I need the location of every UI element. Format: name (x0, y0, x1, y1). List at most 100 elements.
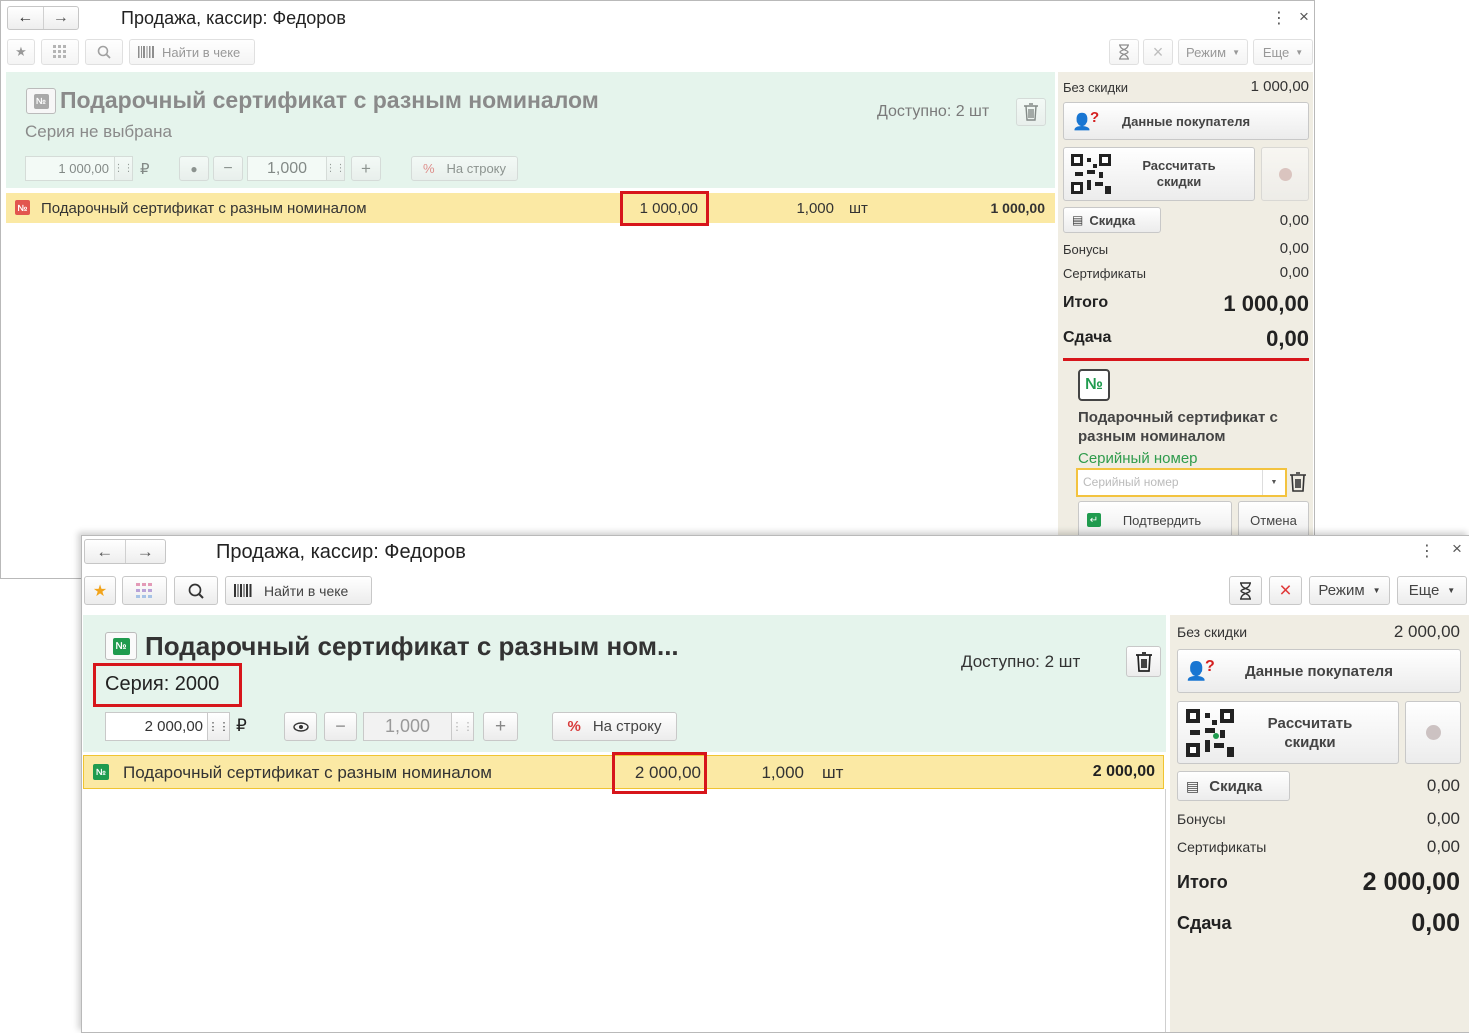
per-line-discount-button[interactable]: % На строку (411, 156, 518, 181)
forward-arrow-icon[interactable]: → (42, 7, 79, 29)
find-in-receipt-button[interactable]: Найти в чеке (129, 39, 255, 65)
certificates-label: Сертификаты (1063, 266, 1146, 281)
row-unit: шт (822, 763, 844, 782)
forward-arrow-icon[interactable]: → (124, 540, 166, 563)
chevron-down-icon[interactable]: ▼ (1262, 470, 1285, 495)
price-calculator-icon[interactable]: ⋮⋮ (114, 156, 134, 181)
hourglass-button[interactable] (1109, 39, 1139, 65)
find-in-receipt-label: Найти в чеке (264, 582, 349, 599)
more-label: Еще (1408, 582, 1440, 599)
calculate-discounts-button[interactable]: Рассчитать скидки (1063, 147, 1255, 201)
serial-number-label: Серийный номер (1078, 450, 1198, 467)
menu-dots-icon[interactable]: ⋮ (1271, 8, 1287, 28)
close-icon[interactable]: × (1452, 539, 1462, 559)
trash-icon (1135, 651, 1152, 672)
cancel-receipt-icon[interactable]: × (1143, 39, 1173, 65)
total-label: Итого (1063, 294, 1109, 311)
qr-code-icon (1186, 709, 1234, 757)
change-label: Сдача (1063, 329, 1112, 346)
discount-label: Скидка (1089, 212, 1136, 228)
mode-dropdown[interactable]: Режим ▼ (1178, 39, 1248, 65)
minus-button[interactable]: − (324, 712, 357, 741)
plus-button[interactable]: + (483, 712, 518, 741)
per-line-label: На строку (446, 161, 507, 176)
minus-button[interactable]: − (213, 156, 243, 181)
price-highlight-box (612, 752, 707, 794)
per-line-label: На строку (592, 718, 662, 735)
more-dropdown[interactable]: Еще ▼ (1397, 576, 1467, 605)
price-highlight-box (620, 191, 709, 226)
discount-indicator-icon[interactable] (1261, 147, 1309, 201)
delete-product-button[interactable] (1016, 98, 1046, 126)
back-arrow-icon[interactable]: ← (85, 540, 125, 563)
trash-icon (1290, 472, 1306, 492)
favorite-star-icon[interactable]: ★ (84, 576, 116, 605)
series-highlight-box (93, 663, 242, 707)
favorite-star-icon[interactable]: ★ (7, 39, 35, 65)
quantity-input[interactable]: 1,000 (247, 156, 327, 181)
grid-icon[interactable] (122, 576, 167, 605)
grid-dots-icon (136, 583, 152, 598)
eye-shape (292, 721, 309, 732)
find-in-receipt-button[interactable]: Найти в чеке (225, 576, 372, 605)
discount-button[interactable]: ▤ Скидка (1177, 771, 1290, 801)
red-divider (1063, 358, 1309, 361)
discount-doc-icon: ▤ (1186, 777, 1200, 794)
certificate-card-icon: № (26, 88, 56, 114)
price-input[interactable]: 2 000,00 (105, 712, 208, 741)
row-sum: 2 000,00 (1092, 763, 1155, 780)
hourglass-icon (1240, 581, 1251, 600)
plus-button[interactable]: + (351, 156, 381, 181)
price-input[interactable]: 1 000,00 (25, 156, 115, 181)
buyer-data-button[interactable]: 👤 ? Данные покупателя (1177, 649, 1461, 693)
discount-button[interactable]: ▤ Скидка (1063, 207, 1161, 233)
cancel-receipt-icon[interactable]: × (1269, 576, 1302, 605)
serial-number-field[interactable]: Серийный номер ▼ (1076, 468, 1287, 497)
question-mark-icon: ? (1205, 658, 1215, 675)
close-icon[interactable]: × (1299, 7, 1309, 27)
mode-label: Режим (1185, 44, 1227, 60)
grid-icon[interactable] (41, 39, 79, 65)
row-quantity: 1,000 (761, 763, 804, 782)
bonuses-value: 0,00 (1426, 809, 1460, 828)
quantity-calculator-icon[interactable]: ⋮⋮ (452, 712, 474, 741)
confirm-button[interactable]: ↵ Подтвердить (1078, 501, 1232, 539)
row-sum: 1 000,00 (990, 200, 1046, 216)
search-button[interactable] (174, 576, 218, 605)
chevron-down-icon: ▼ (1447, 586, 1456, 595)
back-sale-window: ← → Продажа, кассир: Федоров ⋮ × ★ Найти… (0, 0, 1315, 579)
clear-serial-button[interactable] (1289, 472, 1307, 497)
certificate-card-icon: № (105, 632, 137, 660)
buyer-data-label: Данные покупателя (1245, 662, 1393, 680)
row-quantity: 1,000 (796, 200, 834, 217)
qr-code-icon (1071, 154, 1111, 194)
change-value: 0,00 (1266, 326, 1309, 351)
user-question-icon: 👤 (1072, 114, 1092, 131)
delete-product-button[interactable] (1126, 646, 1161, 677)
total-label: Итого (1177, 872, 1228, 892)
buyer-data-button[interactable]: 👤 ? Данные покупателя (1063, 102, 1309, 140)
total-value: 1 000,00 (1223, 291, 1309, 316)
hourglass-button[interactable] (1229, 576, 1262, 605)
more-dropdown[interactable]: Еще ▼ (1253, 39, 1313, 65)
per-line-discount-button[interactable]: % На строку (552, 712, 677, 741)
menu-dots-icon[interactable]: ⋮ (1419, 541, 1435, 561)
search-button[interactable] (85, 39, 123, 65)
find-in-receipt-label: Найти в чеке (162, 44, 241, 60)
eye-icon[interactable] (284, 712, 317, 741)
certificate-red-icon: № (15, 200, 30, 215)
quantity-calculator-icon[interactable]: ⋮⋮ (326, 156, 346, 181)
back-arrow-icon[interactable]: ← (8, 7, 43, 29)
serial-number-placeholder: Серийный номер (1083, 475, 1179, 489)
certificates-label: Сертификаты (1177, 839, 1267, 855)
discount-indicator-icon[interactable] (1405, 701, 1461, 764)
row-product-name: Подарочный сертификат с разным номиналом (41, 200, 367, 217)
calculate-discounts-button[interactable]: Рассчитать скидки (1177, 701, 1399, 764)
mode-dropdown[interactable]: Режим ▼ (1309, 576, 1390, 605)
price-calculator-icon[interactable]: ⋮⋮ (208, 712, 230, 741)
cancel-button[interactable]: Отмена (1238, 501, 1309, 539)
search-icon (188, 583, 204, 599)
percent-icon: % (567, 718, 581, 735)
eye-icon[interactable]: ● (179, 156, 209, 181)
quantity-input[interactable]: 1,000 (363, 712, 452, 741)
